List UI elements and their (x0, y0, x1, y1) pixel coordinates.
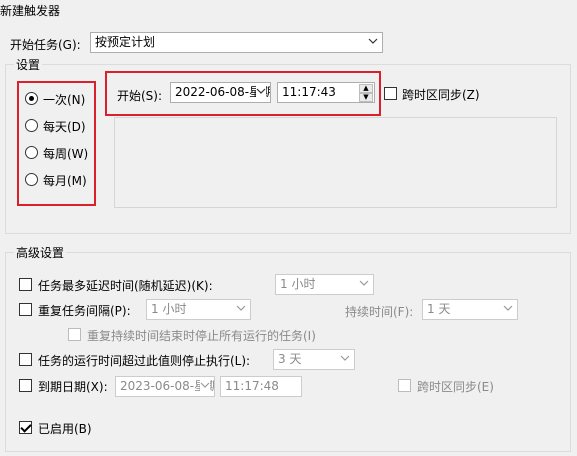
window-title: 新建触发器 (0, 4, 61, 18)
start-task-value: 按预定计划 (95, 35, 156, 49)
repeat-duration-label: 持续时间(F): (345, 305, 414, 319)
start-date-picker[interactable]: 2022-06-08-星期 (170, 82, 271, 103)
expire-date-picker[interactable]: 2023-06-08-星期 (115, 376, 215, 397)
repeat-duration-select[interactable]: 1 天 (422, 299, 518, 320)
spin-up-icon[interactable]: ▲ (359, 84, 373, 93)
expire-checkbox[interactable] (19, 379, 32, 392)
radio-weekly-label: 每周(W) (43, 147, 89, 161)
chevron-down-icon (503, 305, 513, 311)
radio-monthly[interactable] (25, 173, 38, 186)
repeat-duration-value: 1 天 (427, 302, 451, 316)
sync-timezone-checkbox[interactable] (384, 87, 397, 100)
stop-all-label: 重复持续时间结束时停止所有运行的任务(I) (87, 329, 316, 343)
start-task-label: 开始任务(G): (10, 38, 81, 52)
start-time-input[interactable]: 11:17:43 ▲ ▼ (277, 82, 375, 103)
advanced-legend: 高级设置 (14, 244, 67, 261)
chevron-down-icon (200, 378, 210, 392)
start-label: 开始(S): (117, 89, 163, 103)
repeat-checkbox[interactable] (19, 303, 32, 316)
delay-label: 任务最多延迟时间(随机延迟)(K): (38, 279, 213, 293)
expire-label: 到期日期(X): (38, 380, 108, 394)
expire-time-value: 11:17:48 (225, 379, 279, 393)
radio-once-label: 一次(N) (43, 93, 86, 107)
enabled-label: 已启用(B) (38, 422, 92, 436)
delay-value: 1 小时 (280, 277, 316, 291)
repeat-label: 重复任务间隔(P): (38, 304, 131, 318)
expire-time-input[interactable]: 11:17:48 (220, 376, 302, 397)
delay-checkbox[interactable] (19, 278, 32, 291)
sync-timezone-label: 跨时区同步(Z) (402, 88, 480, 102)
stop-if-longer-select[interactable]: 3 天 (273, 349, 355, 370)
chevron-down-icon (256, 84, 266, 98)
chevron-down-icon (340, 355, 350, 361)
radio-once[interactable] (25, 92, 38, 105)
expire-sync-timezone-checkbox[interactable] (398, 379, 411, 392)
radio-weekly[interactable] (25, 146, 38, 159)
chevron-down-icon (368, 38, 378, 44)
settings-legend: 设置 (14, 56, 43, 73)
expire-sync-timezone-label: 跨时区同步(E) (417, 380, 494, 394)
stop-if-longer-label: 任务的运行时间超过此值则停止执行(L): (38, 354, 251, 368)
start-task-select[interactable]: 按预定计划 (90, 32, 383, 53)
radio-daily[interactable] (25, 119, 38, 132)
enabled-checkbox[interactable] (19, 421, 32, 434)
delay-select[interactable]: 1 小时 (275, 274, 374, 295)
stop-if-longer-checkbox[interactable] (19, 353, 32, 366)
repeat-interval-select[interactable]: 1 小时 (146, 299, 251, 320)
spin-down-icon[interactable]: ▼ (359, 93, 373, 102)
schedule-detail-panel (114, 117, 557, 208)
start-time-value: 11:17:43 (282, 85, 336, 99)
radio-daily-label: 每天(D) (43, 120, 86, 134)
stop-if-longer-value: 3 天 (278, 352, 302, 366)
repeat-interval-value: 1 小时 (151, 302, 187, 316)
radio-monthly-label: 每月(M) (43, 174, 87, 188)
stop-all-checkbox[interactable] (68, 328, 81, 341)
chevron-down-icon (236, 305, 246, 311)
chevron-down-icon (359, 280, 369, 286)
